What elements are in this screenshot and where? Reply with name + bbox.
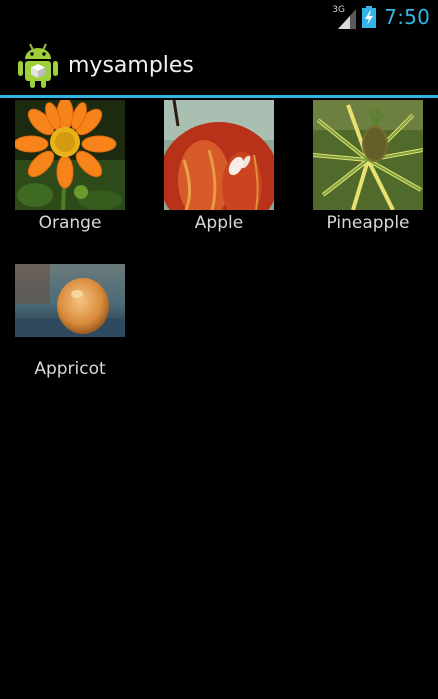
status-bar: 3G 7:50 [0,0,438,34]
apricot-image [15,264,125,337]
grid-item-label: Apple [194,213,244,233]
pineapple-image [313,100,423,210]
status-clock: 7:50 [384,5,430,29]
grid-item-orange[interactable]: Orange [0,98,140,248]
battery-charging-icon [362,6,377,28]
orange-flower-image [15,100,125,210]
apple-image [164,100,274,210]
app-screen: 3G 7:50 mysamples Orange Apple Pineapple… [0,0,438,699]
grid-item-label: Orange [38,213,102,233]
signal-icon: 3G [332,5,358,29]
grid-item-apple[interactable]: Apple [149,98,289,248]
app-title: mysamples [68,53,194,78]
status-indicators: 3G 7:50 [332,4,430,30]
action-bar: mysamples [0,34,438,96]
android-icon[interactable] [18,42,58,88]
grid-item-label: Pineapple [326,213,410,233]
grid-item-apricot[interactable]: Appricot [0,264,140,414]
grid-item-label: Appricot [34,359,106,379]
grid-item-pineapple[interactable]: Pineapple [298,98,438,248]
